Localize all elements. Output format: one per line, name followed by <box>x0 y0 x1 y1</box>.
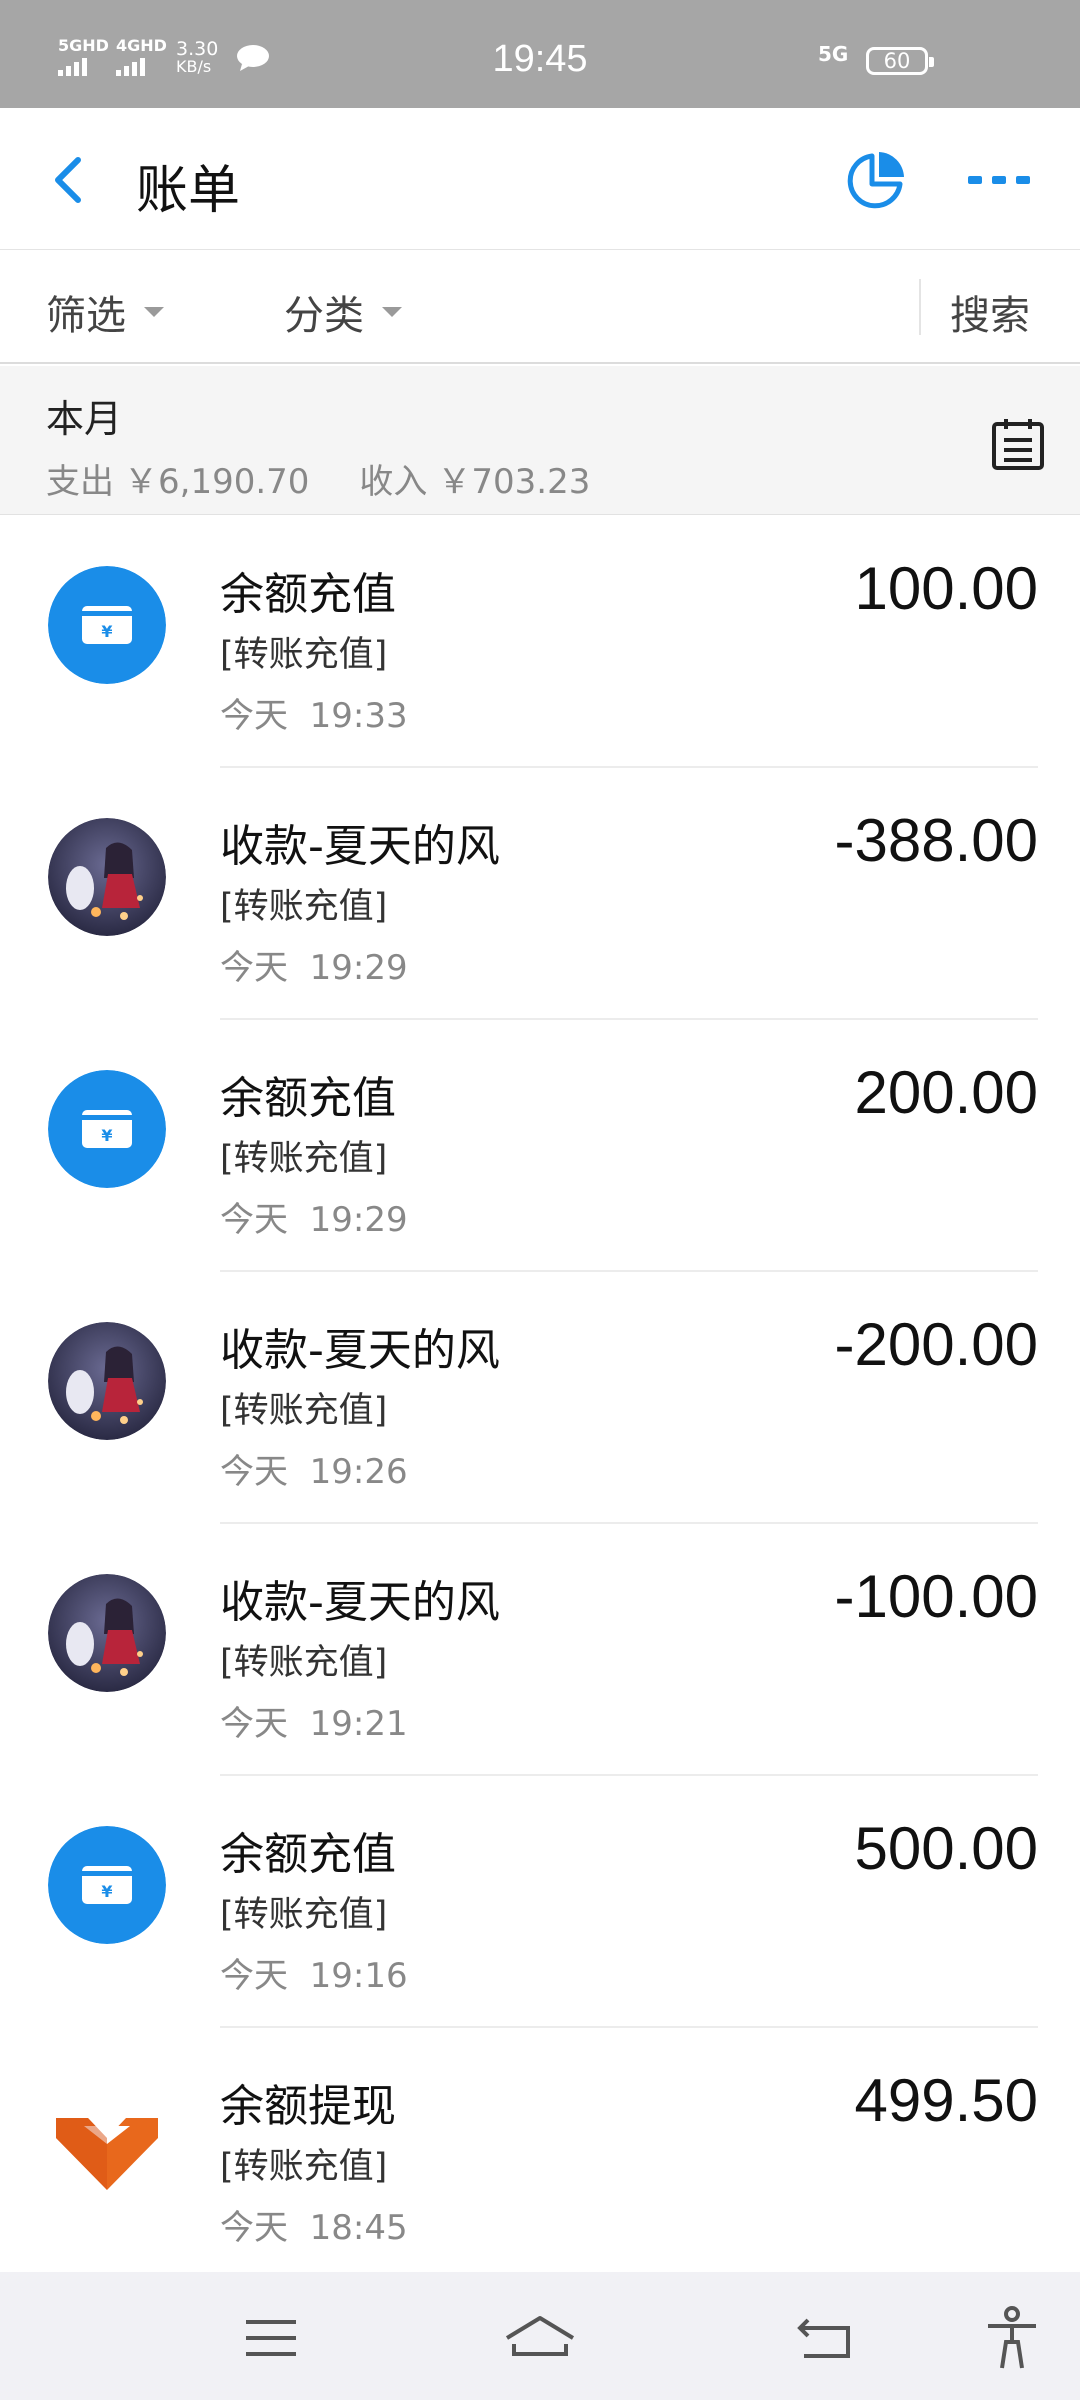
pie-chart-icon[interactable] <box>842 148 908 214</box>
status-bar: 5GHD 4GHD 3.30 KB/s 19:45 5G 60 <box>0 0 1080 108</box>
month-summary: 本月 支出 ￥6,190.70 收入 ￥703.23 <box>0 366 1080 515</box>
bill-time: 今天 19:16 <box>220 1948 408 1997</box>
month-stats: 支出 ￥6,190.70 收入 ￥703.23 <box>46 454 600 503</box>
back-arrow-icon[interactable] <box>40 150 100 210</box>
recharge-card-icon: ¥ <box>48 1070 166 1188</box>
recharge-card-icon: ¥ <box>48 566 166 684</box>
home-icon[interactable] <box>504 2314 576 2360</box>
bill-clock: 19:21 <box>309 1704 408 1744</box>
bill-title: 余额提现 <box>220 2081 396 2132</box>
bill-list: ¥ 余额充值 [转账充值] 今天 19:33 100.00 收款-夏天的风 [转账充值] 今天… <box>0 516 1080 2280</box>
bill-time: 今天 19:29 <box>220 1192 408 1241</box>
bill-row[interactable]: ¥ 余额充值 [转账充值] 今天 19:16 500.00 <box>0 1776 1080 2028</box>
bill-clock: 19:26 <box>309 1452 408 1492</box>
bill-time: 今天 19:33 <box>220 688 408 737</box>
recharge-card-icon: ¥ <box>48 1826 166 1944</box>
more-options-icon[interactable] <box>966 170 1032 190</box>
bill-row[interactable]: 收款-夏天的风 [转账充值] 今天 19:29 -388.00 <box>0 768 1080 1020</box>
bill-category: [转账充值] <box>220 1139 388 1179</box>
menu-icon[interactable] <box>244 2318 298 2358</box>
bill-clock: 19:29 <box>309 1200 408 1240</box>
bill-day: 今天 <box>220 1704 288 1744</box>
bill-time: 今天 18:45 <box>220 2200 408 2249</box>
bill-title: 余额充值 <box>220 1829 396 1880</box>
bill-category: [转账充值] <box>220 2147 388 2187</box>
expense-label: 支出 <box>46 462 114 502</box>
accessibility-icon[interactable] <box>984 2306 1040 2370</box>
svg-text:¥: ¥ <box>101 622 112 641</box>
user-avatar <box>48 1574 166 1692</box>
bill-amount: 200.00 <box>854 1059 1038 1126</box>
month-label[interactable]: 本月 <box>46 388 122 443</box>
filter-bar: 筛选 分类 搜索 <box>0 251 1080 364</box>
income-value: ￥703.23 <box>437 462 591 502</box>
header: 账单 <box>0 108 1080 250</box>
caret-down-icon <box>144 307 164 317</box>
svg-text:¥: ¥ <box>101 1882 112 1901</box>
bill-row[interactable]: 余额提现 [转账充值] 今天 18:45 499.50 <box>0 2028 1080 2280</box>
bill-title: 收款-夏天的风 <box>220 821 500 872</box>
expense-value: ￥6,190.70 <box>124 462 310 502</box>
bill-amount: -200.00 <box>834 1311 1039 1378</box>
bill-clock: 18:45 <box>309 2208 408 2248</box>
bill-clock: 19:29 <box>309 948 408 988</box>
search-button[interactable]: 搜索 <box>950 283 1030 341</box>
bill-title: 余额充值 <box>220 569 396 620</box>
bill-clock: 19:16 <box>309 1956 408 1996</box>
bill-amount: 500.00 <box>854 1815 1038 1882</box>
income-label: 收入 <box>359 462 428 502</box>
bill-day: 今天 <box>220 948 288 988</box>
bill-category: [转账充值] <box>220 1391 388 1431</box>
caret-down-icon <box>382 307 402 317</box>
bill-category: [转账充值] <box>220 1895 388 1935</box>
category-dropdown[interactable]: 分类 <box>284 283 402 341</box>
bank-logo-icon <box>48 2078 166 2196</box>
user-avatar <box>48 1322 166 1440</box>
bill-row[interactable]: ¥ 余额充值 [转账充值] 今天 19:29 200.00 <box>0 1020 1080 1272</box>
bill-row[interactable]: 收款-夏天的风 [转账充值] 今天 19:26 -200.00 <box>0 1272 1080 1524</box>
bill-day: 今天 <box>220 2208 288 2248</box>
bill-day: 今天 <box>220 1452 288 1492</box>
bill-category: [转账充值] <box>220 1643 388 1683</box>
bill-time: 今天 19:29 <box>220 940 408 989</box>
bill-category: [转账充值] <box>220 635 388 675</box>
battery-icon: 60 <box>866 47 934 75</box>
system-nav-bar <box>0 2272 1080 2400</box>
bill-day: 今天 <box>220 1956 288 1996</box>
calendar-icon[interactable] <box>990 416 1046 472</box>
back-icon[interactable] <box>796 2314 852 2360</box>
bill-row[interactable]: 收款-夏天的风 [转账充值] 今天 19:21 -100.00 <box>0 1524 1080 1776</box>
filter-dropdown[interactable]: 筛选 <box>46 283 164 341</box>
bill-category: [转账充值] <box>220 887 388 927</box>
user-avatar <box>48 818 166 936</box>
network-type: 5G <box>818 42 849 66</box>
bill-clock: 19:33 <box>309 696 408 736</box>
bill-amount: -100.00 <box>834 1563 1039 1630</box>
bill-amount: 499.50 <box>854 2067 1038 2134</box>
bill-day: 今天 <box>220 1200 288 1240</box>
svg-text:¥: ¥ <box>101 1126 112 1145</box>
filter-label: 筛选 <box>46 293 126 339</box>
bill-title: 收款-夏天的风 <box>220 1577 500 1628</box>
page-title: 账单 <box>136 161 241 221</box>
bill-title: 余额充值 <box>220 1073 396 1124</box>
divider <box>919 279 921 335</box>
category-label: 分类 <box>284 293 364 339</box>
bill-time: 今天 19:26 <box>220 1444 408 1493</box>
bill-amount: -388.00 <box>834 807 1039 874</box>
bill-amount: 100.00 <box>854 555 1038 622</box>
bill-row[interactable]: ¥ 余额充值 [转账充值] 今天 19:33 100.00 <box>0 516 1080 768</box>
battery-level: 60 <box>883 49 911 73</box>
bill-time: 今天 19:21 <box>220 1696 408 1745</box>
bill-title: 收款-夏天的风 <box>220 1325 500 1376</box>
bill-day: 今天 <box>220 696 288 736</box>
